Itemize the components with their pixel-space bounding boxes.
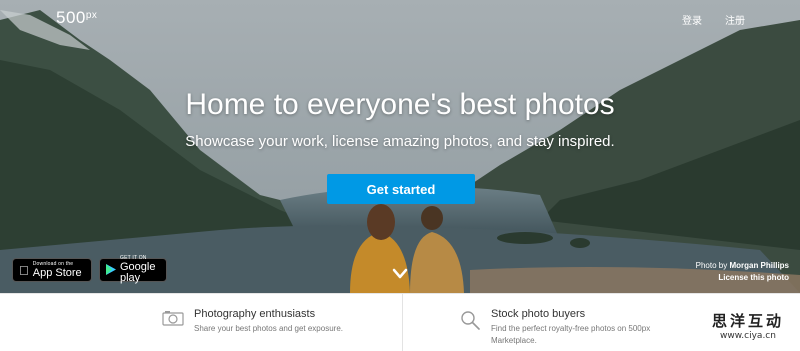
app-store-small: Download on the	[23, 260, 73, 267]
credit-prefix: Photo by	[695, 261, 728, 270]
features-divider	[402, 294, 403, 351]
app-store-badge[interactable]:  Download on the App Store	[12, 258, 92, 282]
google-play-badge[interactable]: GET IT ON Google play	[99, 256, 167, 284]
google-play-big: Google play	[120, 261, 156, 284]
login-link[interactable]: 登录	[682, 12, 702, 27]
chevron-down-icon[interactable]	[392, 268, 408, 280]
magnifier-icon	[461, 311, 480, 330]
feature-title: Photography enthusiasts	[194, 308, 316, 320]
logo-text: 500	[56, 8, 86, 27]
app-store-big: App Store	[23, 266, 82, 279]
logo[interactable]: 500px	[56, 8, 97, 28]
license-photo-link[interactable]: License this photo	[696, 272, 789, 284]
get-started-button[interactable]: Get started	[327, 174, 475, 204]
signup-link[interactable]: 注册	[725, 12, 745, 27]
feature-title: Stock photo buyers	[491, 308, 586, 320]
watermark-url: www.ciya.cn	[720, 331, 776, 341]
hero-subline: Showcase your work, license amazing phot…	[185, 133, 615, 150]
photo-credit: Photo by Morgan Phillips License this ph…	[696, 260, 789, 284]
logo-sup: px	[85, 10, 98, 21]
features-bar: Photography enthusiasts Share your best …	[0, 293, 800, 351]
feature-desc: Share your best photos and get exposure.	[194, 324, 343, 333]
feature-desc-line1: Find the perfect royalty-free photos on …	[491, 324, 651, 333]
hero-headline: Home to everyone's best photos	[185, 88, 615, 121]
watermark-title: 思洋互动	[711, 312, 784, 330]
site-watermark: 思洋互动 www.ciya.cn	[712, 310, 784, 341]
camera-icon	[162, 311, 184, 326]
play-icon	[106, 263, 116, 278]
feature-desc: Find the perfect royalty-free photos on …	[491, 323, 691, 347]
feature-desc-line2: Marketplace.	[491, 336, 537, 345]
apple-icon: 	[19, 263, 29, 278]
credit-name[interactable]: Morgan Phillips	[729, 261, 789, 270]
